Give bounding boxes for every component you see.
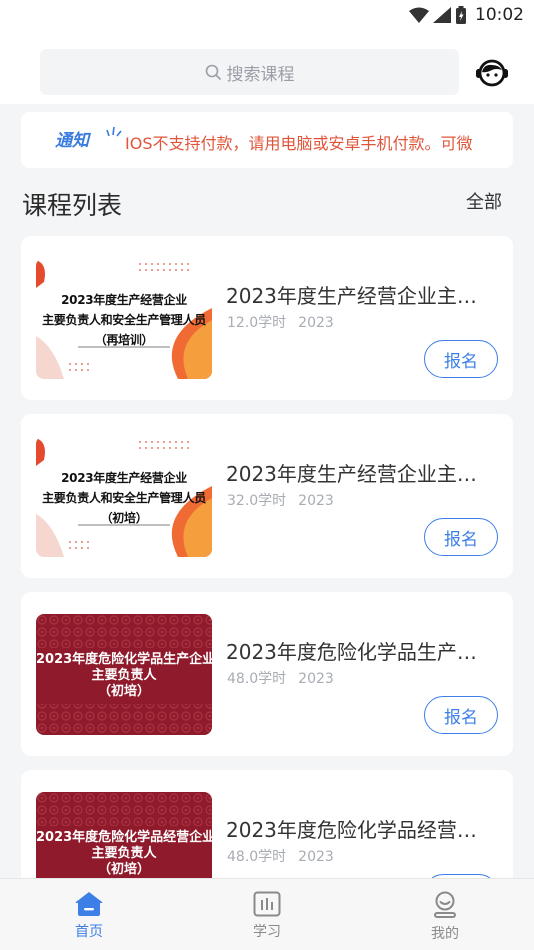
course-title: 2023年度生产经营企业主要负责人和安全生产管理人员（初培）: [226, 462, 496, 486]
thumbnail-title-line: （再培训）: [94, 333, 154, 347]
thumbnail-title-line: （初培）: [100, 511, 148, 525]
tab-home-label: 首页: [75, 924, 103, 940]
course-hours: 12.0学时: [227, 315, 287, 331]
thumbnail-title-line: 主要负责人: [91, 668, 157, 683]
battery-icon: [456, 6, 466, 24]
course-title: 2023年度危险化学品生产企业主要负责人（初培）: [226, 640, 496, 664]
tab-study-label: 学习: [253, 924, 281, 940]
thumbnail-title-line: 2023年度危险化学品生产企业: [36, 652, 212, 667]
thumbnail-title-line: 主要负责人和安全生产管理人员: [42, 313, 206, 327]
course-year: 2023: [298, 315, 334, 331]
course-hours: 48.0学时: [227, 849, 287, 865]
thumbnail-title-line: 2023年度生产经营企业: [61, 471, 187, 485]
course-card[interactable]: 2023年度生产经营企业 主要负责人和安全生产管理人员 （再培训） 2023年度…: [21, 236, 513, 400]
search-input[interactable]: 搜索课程: [40, 49, 459, 95]
course-hours: 48.0学时: [227, 671, 287, 687]
section-title: 课程列表: [22, 191, 123, 220]
search-icon: [205, 64, 221, 80]
enroll-button[interactable]: 报名: [424, 518, 498, 556]
status-time: 10:02: [475, 5, 524, 25]
course-year: 2023: [298, 671, 334, 687]
notice-marquee: IOS不支持付款，请用电脑或安卓手机付款。可微: [125, 112, 513, 168]
home-icon: [75, 892, 103, 916]
user-icon: [434, 891, 456, 918]
search-placeholder: 搜索课程: [226, 64, 295, 85]
enroll-button[interactable]: 报名: [424, 340, 498, 378]
notice-text: IOS不支持付款，请用电脑或安卓手机付款。可微: [125, 134, 473, 153]
tab-home[interactable]: 首页: [29, 885, 149, 947]
tab-profile-label: 我的: [431, 926, 459, 942]
course-card[interactable]: 2023年度生产经营企业 主要负责人和安全生产管理人员 （初培） 2023年度生…: [21, 414, 513, 578]
sparkle-icon: [106, 126, 122, 137]
notice-tag: 通知: [55, 131, 89, 151]
view-all-link[interactable]: 全部: [466, 188, 502, 214]
thumbnail-title-line: 2023年度生产经营企业: [61, 293, 187, 307]
course-year: 2023: [298, 849, 334, 865]
thumbnail-title-line: 主要负责人: [91, 846, 157, 861]
header: 搜索课程: [0, 30, 534, 104]
thumbnail-title-line: 2023年度危险化学品经营企业: [36, 830, 212, 845]
course-meta: 12.0学时 2023: [227, 312, 334, 332]
signal-icon: [433, 7, 451, 23]
course-thumbnail: 2023年度生产经营企业 主要负责人和安全生产管理人员 （初培）: [36, 436, 212, 557]
course-meta: 48.0学时 2023: [227, 846, 334, 866]
course-meta: 32.0学时 2023: [227, 490, 334, 510]
thumbnail-title-line: 主要负责人和安全生产管理人员: [42, 491, 206, 505]
course-title: 2023年度生产经营企业主要负责人和安全生产管理人员（再培训）: [226, 284, 496, 308]
course-thumbnail: 2023年度生产经营企业 主要负责人和安全生产管理人员 （再培训）: [36, 258, 212, 379]
tab-study[interactable]: 学习: [207, 885, 327, 947]
course-thumbnail: 2023年度危险化学品生产企业 主要负责人 （初培）: [36, 614, 212, 735]
tab-profile[interactable]: 我的: [385, 885, 505, 947]
wifi-icon: [409, 7, 429, 23]
course-hours: 32.0学时: [227, 493, 287, 509]
chart-icon: [253, 891, 281, 917]
course-card[interactable]: 2023年度危险化学品生产企业 主要负责人 （初培） 2023年度危险化学品生产…: [21, 592, 513, 756]
bottom-tab-bar: 首页 学习 我的: [0, 878, 534, 950]
status-icons: 10:02: [409, 4, 524, 26]
notice-bar[interactable]: 通知 IOS不支持付款，请用电脑或安卓手机付款。可微: [21, 112, 513, 168]
thumbnail-title-line: （初培）: [97, 684, 150, 699]
enroll-button[interactable]: 报名: [424, 696, 498, 734]
customer-service-icon[interactable]: [474, 54, 510, 90]
status-bar: 10:02: [0, 0, 534, 30]
thumbnail-title-line: （初培）: [97, 862, 150, 877]
course-year: 2023: [298, 493, 334, 509]
course-meta: 48.0学时 2023: [227, 668, 334, 688]
course-title: 2023年度危险化学品经营企业主要负责人（初培）: [226, 818, 496, 842]
